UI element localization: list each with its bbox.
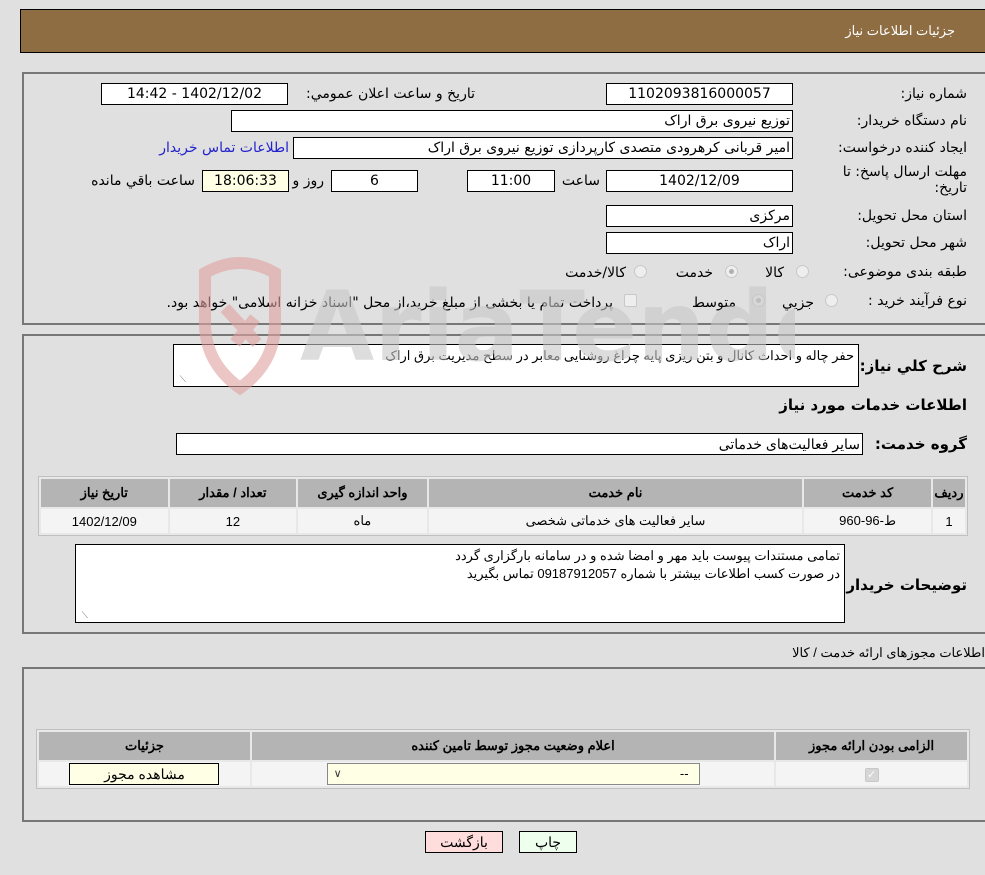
page-header: جزئیات اطلاعات نیاز <box>20 9 985 53</box>
col-header-date: تاریخ نیاز <box>41 479 168 507</box>
time-remaining-field: 18:06:33 <box>202 170 289 192</box>
category-label: طبقه بندی موضوعی: <box>843 264 967 280</box>
cell-required: ✓ <box>776 762 967 786</box>
deadline-date-field: 1402/12/09 <box>606 170 793 192</box>
col-header-name: نام خدمت <box>428 479 803 507</box>
category-radio-goods[interactable] <box>796 265 809 278</box>
province-label: استان محل تحویل: <box>857 208 967 224</box>
need-number-field: 1102093816000057 <box>606 83 793 105</box>
announce-date-field: 1402/12/02 - 14:42 <box>101 83 288 105</box>
view-permit-button[interactable]: مشاهده مجوز <box>69 763 220 785</box>
resize-grip-icon[interactable]: ⟋ <box>78 610 88 620</box>
table-row: 1 ط-96-960 سایر فعالیت های خدماتی شخصی م… <box>41 509 965 533</box>
cell-unit: ماه <box>298 509 427 533</box>
category-goods-service-label: کالا/خدمت <box>565 265 626 281</box>
category-goods-label: کالا <box>765 265 784 281</box>
time-remaining-label: ساعت باقي مانده <box>91 173 195 189</box>
cell-service-code: ط-96-960 <box>804 509 931 533</box>
deadline-time-label: ساعت <box>561 173 600 189</box>
buyer-notes-label: توضیحات خریدار: <box>840 576 967 594</box>
category-radio-service[interactable] <box>725 265 738 278</box>
permits-table-header: الزامی بودن ارائه مجوز اعلام وضعیت مجوز … <box>39 732 967 760</box>
deadline-label: مهلت ارسال پاسخ: تا تاریخ: <box>842 164 967 196</box>
print-button[interactable]: چاپ <box>519 831 577 853</box>
resize-grip-icon[interactable]: ⟋ <box>176 374 186 384</box>
days-remaining-field: 6 <box>331 170 418 192</box>
buyer-notes-line-2: در صورت کسب اطلاعات بیشتر با شماره 09187… <box>466 566 840 581</box>
service-group-label: گروه خدمت: <box>874 435 967 453</box>
announce-date-label: تاریخ و ساعت اعلان عمومي: <box>306 86 475 102</box>
description-text: حفر چاله و احداث کانال و بتن ریزی پایه چ… <box>385 348 854 363</box>
buyer-org-field: توزیع نیروی برق اراک <box>231 110 793 132</box>
services-heading: اطلاعات خدمات مورد نیاز <box>779 396 967 414</box>
treasury-checkbox-label: پرداخت تمام یا بخشی از مبلغ خرید،از محل … <box>166 295 613 311</box>
col-header-unit: واحد اندازه گیری <box>298 479 427 507</box>
city-field: اراک <box>606 232 793 254</box>
province-field: مرکزی <box>606 205 793 227</box>
purchase-minor-label: جزيي <box>782 295 814 311</box>
buyer-contact-link[interactable]: اطلاعات تماس خریدار <box>159 140 289 156</box>
services-table-header: ردیف کد خدمت نام خدمت واحد اندازه گیری ت… <box>41 479 965 507</box>
required-checkbox: ✓ <box>864 767 879 782</box>
city-label: شهر محل تحویل: <box>865 235 967 251</box>
purchase-type-label: نوع فرآیند خرید : <box>868 293 967 309</box>
cell-row-number: 1 <box>932 509 965 533</box>
col-header-qty: تعداد / مقدار <box>169 479 297 507</box>
cell-details: مشاهده مجوز <box>39 762 250 786</box>
cell-status: -- ∨ <box>251 762 775 786</box>
col-header-details: جزئیات <box>39 732 250 760</box>
buyer-org-label: نام دستگاه خریدار: <box>856 113 967 129</box>
chevron-down-icon: ∨ <box>333 768 342 780</box>
creator-label: ایجاد کننده درخواست: <box>838 140 967 156</box>
deadline-time-field: 11:00 <box>467 170 555 192</box>
purchase-radio-minor[interactable] <box>825 294 838 307</box>
col-header-required: الزامی بودن ارائه مجوز <box>776 732 967 760</box>
purchase-radio-medium[interactable] <box>752 294 765 307</box>
days-label: روز و <box>292 173 325 189</box>
permits-heading: اطلاعات مجوزهای ارائه خدمت / کالا <box>792 645 985 660</box>
col-header-status: اعلام وضعیت مجوز توسط تامین کننده <box>251 732 775 760</box>
col-header-row: ردیف <box>932 479 965 507</box>
category-service-label: خدمت <box>675 265 713 281</box>
cell-service-name: سایر فعالیت های خدماتی شخصی <box>428 509 803 533</box>
need-number-label: شماره نیاز: <box>900 86 968 102</box>
buyer-notes-line-1: تمامی مستندات پیوست باید مهر و امضا شده … <box>455 548 840 563</box>
table-row: ✓ -- ∨ مشاهده مجوز <box>39 762 967 786</box>
cell-need-date: 1402/12/09 <box>41 509 168 533</box>
permit-status-value: -- <box>679 766 689 781</box>
buyer-notes-textarea[interactable]: تمامی مستندات پیوست باید مهر و امضا شده … <box>75 544 845 623</box>
purchase-medium-label: متوسط <box>692 295 736 311</box>
description-label: شرح کلي نیاز: <box>859 357 967 375</box>
page-title: جزئیات اطلاعات نیاز <box>845 23 955 38</box>
col-header-code: کد خدمت <box>804 479 931 507</box>
back-button[interactable]: بازگشت <box>425 831 503 853</box>
description-textarea[interactable]: حفر چاله و احداث کانال و بتن ریزی پایه چ… <box>173 344 859 387</box>
permits-table: الزامی بودن ارائه مجوز اعلام وضعیت مجوز … <box>36 729 970 789</box>
permit-status-select[interactable]: -- ∨ <box>326 763 700 785</box>
cell-quantity: 12 <box>169 509 297 533</box>
service-group-field: سایر فعالیت‌های خدماتی <box>176 433 863 455</box>
services-table: ردیف کد خدمت نام خدمت واحد اندازه گیری ت… <box>38 476 968 536</box>
treasury-checkbox[interactable] <box>624 294 637 307</box>
category-radio-goods-service[interactable] <box>634 265 647 278</box>
creator-field: امیر قربانی کرهرودی متصدی کارپردازی توزی… <box>293 137 793 159</box>
